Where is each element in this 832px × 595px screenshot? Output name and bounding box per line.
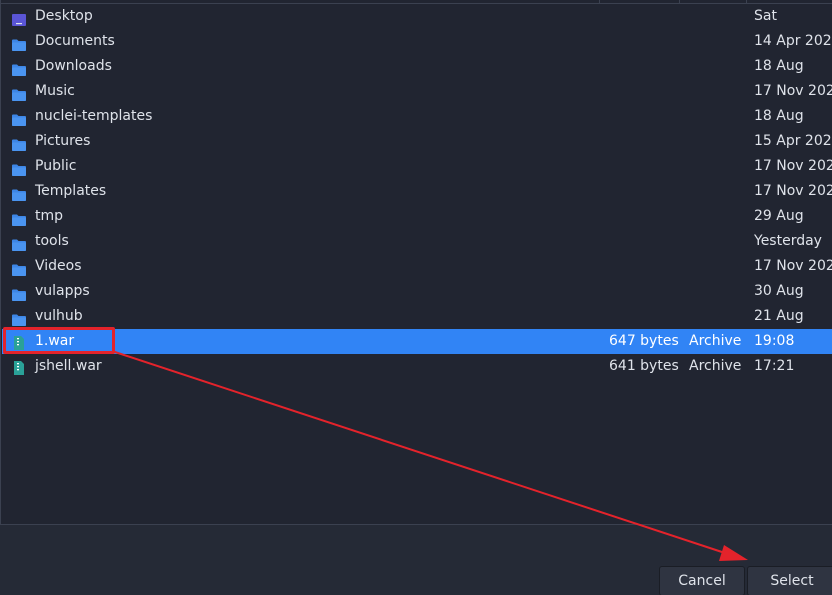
file-chooser-dialog: Desktop Sat Documents 14 Apr 2022 Downloads 1… — [0, 0, 832, 595]
folder-icon — [12, 235, 26, 251]
file-modified: Sat — [754, 8, 777, 24]
templates-folder-icon — [12, 185, 26, 201]
file-modified: 17 Nov 2020 — [754, 258, 832, 274]
file-modified: 29 Aug — [754, 208, 804, 224]
file-size: 647 bytes — [609, 333, 679, 349]
file-name: Downloads — [35, 58, 112, 74]
file-name: Pictures — [35, 133, 91, 149]
desktop-folder-icon — [12, 10, 26, 26]
folder-icon — [12, 110, 26, 126]
file-row[interactable]: Downloads 18 Aug — [2, 54, 832, 79]
file-type: Archive — [689, 333, 742, 349]
documents-folder-icon — [12, 35, 26, 51]
file-row-selected[interactable]: 1.war 647 bytes Archive 19:08 — [2, 329, 832, 354]
file-name: jshell.war — [35, 358, 102, 374]
downloads-folder-icon — [12, 60, 26, 76]
file-modified: 17 Nov 2020 — [754, 158, 832, 174]
file-name: tools — [35, 233, 69, 249]
file-name: vulapps — [35, 283, 90, 299]
folder-icon — [12, 310, 26, 326]
file-name: Music — [35, 83, 75, 99]
file-name: tmp — [35, 208, 64, 224]
archive-file-icon — [12, 359, 26, 375]
file-row[interactable]: Music 17 Nov 2020 — [2, 79, 832, 104]
file-row[interactable]: tools Yesterday — [2, 229, 832, 254]
file-row[interactable]: Desktop Sat — [2, 4, 832, 29]
file-row[interactable]: tmp 29 Aug — [2, 204, 832, 229]
file-name: Templates — [35, 183, 107, 199]
file-row[interactable]: Public 17 Nov 2020 — [2, 154, 832, 179]
file-row[interactable]: vulhub 21 Aug — [2, 304, 832, 329]
file-modified: 17:21 — [754, 358, 795, 374]
pictures-folder-icon — [12, 135, 26, 151]
file-row[interactable]: vulapps 30 Aug — [2, 279, 832, 304]
file-modified: 18 Aug — [754, 108, 804, 124]
file-list[interactable]: Desktop Sat Documents 14 Apr 2022 Downloads 1… — [0, 0, 832, 525]
highlight-box-annotation — [3, 327, 115, 354]
file-modified: 17 Nov 2020 — [754, 183, 832, 199]
file-name: Desktop — [35, 8, 93, 24]
file-type: Archive — [689, 358, 742, 374]
file-row[interactable]: Templates 17 Nov 2020 — [2, 179, 832, 204]
file-modified: 17 Nov 2020 — [754, 83, 832, 99]
file-row[interactable]: jshell.war 641 bytes Archive 17:21 — [2, 354, 832, 379]
file-row[interactable]: Videos 17 Nov 2020 — [2, 254, 832, 279]
file-modified: 19:08 — [754, 333, 795, 349]
folder-icon — [12, 285, 26, 301]
file-name: Documents — [35, 33, 115, 49]
folder-icon — [12, 210, 26, 226]
public-folder-icon — [12, 160, 26, 176]
file-modified: Yesterday — [754, 233, 822, 249]
file-name: Videos — [35, 258, 82, 274]
file-name: Public — [35, 158, 77, 174]
file-name: nuclei-templates — [35, 108, 153, 124]
select-button[interactable]: Select — [747, 566, 832, 595]
file-modified: 21 Aug — [754, 308, 804, 324]
file-name: vulhub — [35, 308, 83, 324]
cancel-button[interactable]: Cancel — [659, 566, 745, 595]
file-modified: 30 Aug — [754, 283, 804, 299]
file-row[interactable]: Pictures 15 Apr 2022 — [2, 129, 832, 154]
file-modified: 15 Apr 2022 — [754, 133, 832, 149]
file-modified: 18 Aug — [754, 58, 804, 74]
file-row[interactable]: nuclei-templates 18 Aug — [2, 104, 832, 129]
file-modified: 14 Apr 2022 — [754, 33, 832, 49]
file-size: 641 bytes — [609, 358, 679, 374]
videos-folder-icon — [12, 260, 26, 276]
music-folder-icon — [12, 85, 26, 101]
file-row[interactable]: Documents 14 Apr 2022 — [2, 29, 832, 54]
